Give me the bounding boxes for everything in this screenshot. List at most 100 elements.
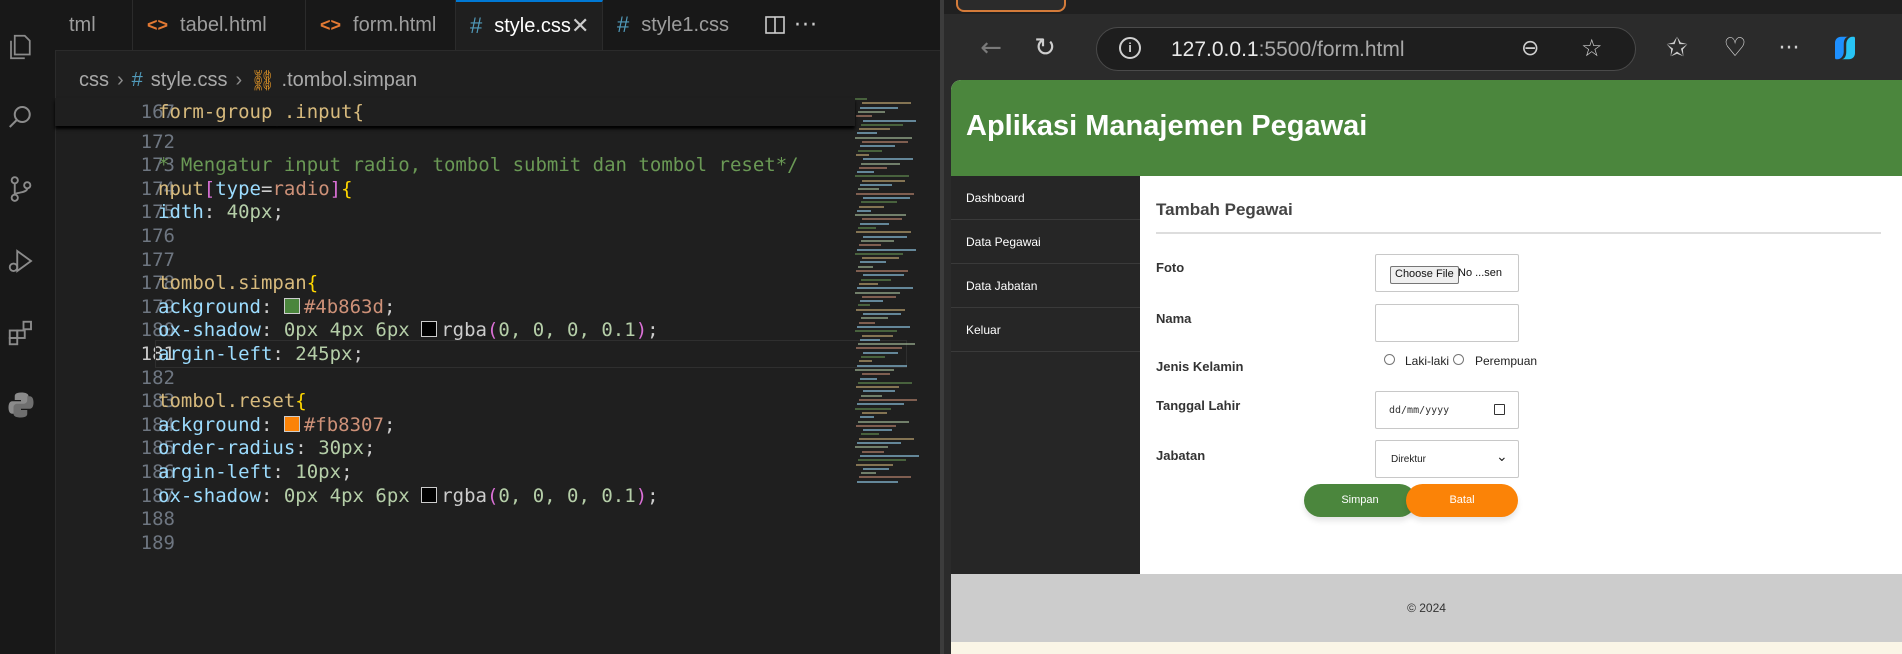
minimap-stroke — [856, 231, 911, 234]
more-actions-icon[interactable]: ··· — [794, 0, 818, 50]
minimap-stroke — [860, 377, 877, 380]
url-text[interactable]: 127.0.0.1:5500/form.html — [1171, 38, 1405, 62]
minimap-stroke — [861, 278, 891, 281]
source-control-icon[interactable] — [0, 168, 42, 210]
jabatan-select[interactable]: Direktur ⌄ — [1375, 440, 1519, 478]
minimap-stroke — [856, 463, 893, 466]
minimap-stroke — [857, 480, 898, 483]
explorer-icon[interactable] — [0, 26, 42, 68]
back-icon[interactable]: ← — [974, 31, 1008, 65]
tab-form-html[interactable]: <> form.html — [306, 0, 456, 50]
radio-label: Laki-laki — [1405, 354, 1450, 368]
favorites-icon[interactable]: ✩ — [1660, 31, 1694, 65]
tab-label: tabel.html — [180, 13, 267, 36]
code-editor[interactable]: 167 form-group .input{ 171loat: left;172… — [55, 98, 907, 654]
css-file-icon: # — [617, 12, 630, 37]
nav-keluar[interactable]: Keluar — [951, 308, 1140, 352]
radio-perempuan[interactable] — [1453, 354, 1464, 365]
tab-fragment[interactable] — [1464, 0, 1504, 12]
radio-laki-laki[interactable] — [1384, 354, 1395, 365]
minimap-stroke — [857, 209, 871, 212]
minimap-stroke — [855, 175, 909, 178]
code-line[interactable]: 189 — [55, 529, 855, 557]
site-info-icon[interactable]: i — [1119, 37, 1141, 59]
close-icon[interactable]: ✕ — [571, 13, 589, 39]
tab-style1-css[interactable]: # style1.css — [603, 0, 753, 50]
minimap-stroke — [861, 433, 879, 436]
nav-dashboard[interactable]: Dashboard — [951, 176, 1140, 220]
favorite-star-icon[interactable]: ☆ — [1581, 34, 1603, 62]
minimap-stroke — [863, 235, 907, 238]
breadcrumb-file[interactable]: style.css — [151, 69, 228, 92]
editor-tab-bar: tml <> tabel.html <> form.html # style.c… — [55, 0, 940, 51]
page-background — [951, 642, 1902, 654]
foto-file-input[interactable]: Choose File No ...sen — [1375, 254, 1519, 292]
tab-tabel-html[interactable]: <> tabel.html — [133, 0, 306, 50]
zoom-icon[interactable]: ⊖ — [1521, 36, 1539, 61]
sticky-scroll-line[interactable]: 167 form-group .input{ — [55, 98, 855, 126]
minimap-stroke — [857, 403, 904, 406]
calendar-icon[interactable] — [1494, 404, 1505, 415]
breadcrumb-symbol[interactable]: .tombol.simpan — [282, 69, 418, 92]
minimap-stroke — [863, 119, 916, 122]
chevron-right-icon: › — [235, 68, 243, 91]
nama-input[interactable] — [1375, 304, 1519, 342]
tab-html-partial[interactable]: tml — [55, 0, 133, 50]
line-number: 167 — [140, 101, 175, 123]
tab-style-css[interactable]: # style.css ✕ — [456, 0, 603, 50]
css-file-icon: # — [470, 13, 483, 38]
radio-label: Perempuan — [1475, 354, 1538, 368]
batal-button[interactable]: Batal — [1406, 484, 1518, 517]
minimap-stroke — [857, 287, 913, 290]
minimap-stroke — [858, 304, 870, 307]
label-jenis-kelamin: Jenis Kelamin — [1156, 359, 1244, 374]
nav-data-pegawai[interactable]: Data Pegawai — [951, 220, 1140, 264]
minimap-stroke — [861, 201, 897, 204]
file-status: No ...sen — [1458, 267, 1503, 279]
minimap-stroke — [862, 450, 884, 453]
minimap-stroke — [856, 192, 914, 195]
minimap-stroke — [859, 282, 878, 285]
minimap-stroke — [856, 270, 908, 272]
breadcrumb-folder[interactable]: css — [79, 69, 109, 92]
minimap-stroke — [860, 106, 898, 109]
settings-more-icon[interactable]: ··· — [1772, 31, 1806, 65]
simpan-button[interactable]: Simpan — [1304, 484, 1416, 517]
minimap-stroke — [858, 188, 879, 191]
minimap-stroke — [863, 313, 901, 315]
split-editor-icon[interactable] — [763, 0, 787, 50]
minimap-stroke — [861, 123, 903, 126]
tab-label: style.css — [494, 14, 571, 37]
address-bar[interactable]: i 127.0.0.1:5500/form.html ⊖ ☆ — [1096, 27, 1636, 71]
extensions-icon[interactable] — [0, 312, 42, 354]
copilot-icon[interactable] — [1828, 31, 1862, 65]
html-file-icon: <> — [147, 14, 169, 35]
app-title: Aplikasi Manajemen Pegawai — [966, 110, 1368, 142]
minimap-stroke — [862, 411, 887, 414]
minimap-stroke — [858, 149, 882, 152]
activity-bar — [0, 0, 56, 654]
tab-label: form.html — [353, 13, 437, 36]
minimap-stroke — [855, 446, 888, 449]
date-placeholder: dd/mm/yyyy — [1389, 405, 1450, 416]
browser-essentials-icon[interactable]: ♡ — [1718, 31, 1752, 65]
profile-chip[interactable] — [956, 0, 1066, 12]
minimap-stroke — [863, 390, 895, 393]
minimap-stroke — [862, 334, 893, 337]
minimap-stroke — [857, 132, 877, 135]
tanggal-lahir-input[interactable]: dd/mm/yyyy — [1375, 391, 1519, 429]
run-debug-icon[interactable] — [0, 240, 42, 282]
python-icon[interactable] — [0, 384, 42, 426]
minimap-stroke — [859, 244, 881, 247]
minimap-stroke — [861, 239, 894, 242]
minimap-stroke — [856, 308, 905, 311]
minimap-stroke — [859, 128, 890, 131]
minimap-stroke — [863, 351, 898, 354]
minimap[interactable] — [855, 98, 935, 498]
choose-file-button[interactable]: Choose File — [1390, 266, 1459, 284]
nav-data-jabatan[interactable]: Data Jabatan — [951, 264, 1140, 308]
minimap-stroke — [862, 295, 896, 298]
search-icon[interactable] — [0, 96, 42, 138]
minimap-stroke — [855, 136, 912, 139]
refresh-icon[interactable]: ↻ — [1028, 31, 1062, 65]
